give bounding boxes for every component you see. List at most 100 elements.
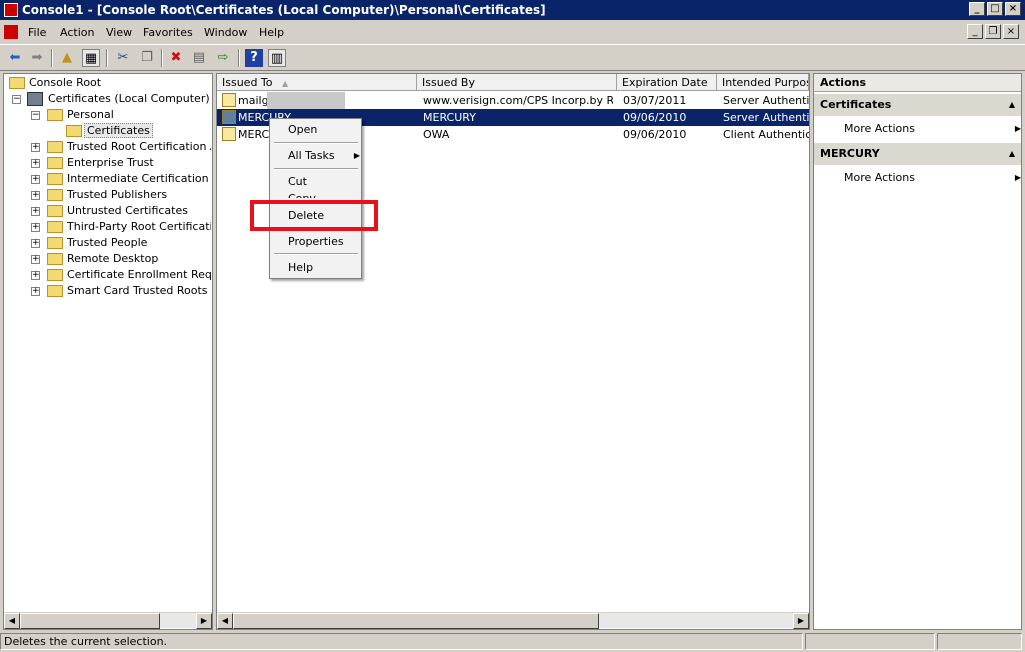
action-pane-icon[interactable]: ▥: [268, 49, 286, 67]
scroll-left-icon[interactable]: ◀: [4, 613, 20, 629]
up-folder-icon[interactable]: ▲: [58, 49, 76, 67]
certificate-icon: [222, 127, 236, 141]
title-bar: Console1 - [Console Root\Certificates (L…: [0, 0, 1025, 20]
folder-icon: [47, 221, 63, 233]
mmc-app-icon[interactable]: [4, 3, 18, 17]
mdi-restore-button[interactable]: ❐: [985, 24, 1001, 39]
context-menu-open[interactable]: Open: [288, 122, 317, 138]
tree-node-store[interactable]: + Third-Party Root Certification: [7, 219, 211, 235]
menu-bar: File Action View Favorites Window Help: [0, 20, 1025, 44]
collapse-up-icon[interactable]: ▲: [1009, 94, 1015, 116]
expand-icon[interactable]: +: [31, 223, 40, 232]
sort-ascending-icon: ▲: [282, 79, 289, 88]
expand-icon[interactable]: +: [31, 255, 40, 264]
menu-action[interactable]: Action: [60, 26, 94, 39]
delete-icon[interactable]: ✖: [167, 49, 185, 67]
back-icon[interactable]: ⬅: [6, 49, 24, 67]
column-header-issued-by[interactable]: Issued By: [417, 74, 617, 91]
folder-icon: [66, 125, 82, 137]
menu-window[interactable]: Window: [204, 26, 247, 39]
tree-node-label: Enterprise Trust: [67, 156, 154, 169]
expand-icon[interactable]: +: [31, 159, 40, 168]
properties-icon[interactable]: ▤: [190, 49, 208, 67]
menu-separator: [274, 253, 358, 255]
column-header-intended-purpose[interactable]: Intended Purpose: [717, 74, 809, 91]
tree-node-store[interactable]: + Trusted People: [7, 235, 211, 251]
scroll-right-icon[interactable]: ▶: [196, 613, 212, 629]
copy-icon[interactable]: ❐: [138, 49, 156, 67]
maximize-button[interactable]: □: [987, 2, 1003, 16]
tree-node-store[interactable]: + Smart Card Trusted Roots: [7, 283, 211, 299]
tree-node-label: Certificate Enrollment Request: [67, 268, 211, 281]
mdi-close-button[interactable]: ×: [1003, 24, 1019, 39]
tree-horizontal-scrollbar[interactable]: ◀ ▶: [4, 612, 212, 629]
context-menu-cut[interactable]: Cut: [288, 174, 307, 190]
expand-icon[interactable]: +: [31, 175, 40, 184]
status-text: Deletes the current selection.: [0, 633, 803, 650]
close-button[interactable]: ×: [1005, 2, 1021, 16]
help-icon[interactable]: ?: [245, 49, 263, 67]
console-window-icon[interactable]: [4, 25, 18, 39]
menu-view[interactable]: View: [106, 26, 132, 39]
export-icon[interactable]: ⇨: [214, 49, 232, 67]
certificate-icon: [222, 93, 236, 107]
forward-icon[interactable]: ➡: [28, 49, 46, 67]
tree-node-store[interactable]: + Remote Desktop: [7, 251, 211, 267]
mdi-minimize-button[interactable]: _: [967, 24, 983, 39]
list-horizontal-scrollbar[interactable]: ◀ ▶: [217, 612, 809, 629]
minimize-button[interactable]: _: [969, 2, 985, 16]
toolbar-separator: [51, 49, 53, 67]
more-actions-mercury[interactable]: More Actions ▶: [844, 170, 1021, 186]
redacted-text: [267, 92, 345, 109]
expand-icon[interactable]: +: [31, 271, 40, 280]
submenu-arrow-icon: ▶: [1014, 173, 1021, 182]
collapse-up-icon[interactable]: ▲: [1009, 143, 1015, 165]
context-menu: Open All Tasks ▶ Cut Copy Delete Propert…: [269, 118, 362, 279]
context-menu-properties[interactable]: Properties: [288, 234, 344, 250]
context-menu-copy[interactable]: Copy: [288, 191, 316, 198]
tree-node-label: Trusted Publishers: [67, 188, 168, 201]
folder-icon: [47, 109, 63, 121]
context-menu-all-tasks[interactable]: All Tasks ▶: [288, 148, 360, 164]
actions-section-certificates[interactable]: Certificates ▲: [814, 94, 1021, 116]
tree-node-store[interactable]: + Enterprise Trust: [7, 155, 211, 171]
delete-highlight-box: [250, 200, 378, 231]
tree-node-store[interactable]: + Trusted Publishers: [7, 187, 211, 203]
more-actions-certificates[interactable]: More Actions ▶: [844, 121, 1021, 137]
submenu-arrow-icon: ▶: [1014, 124, 1021, 133]
folder-icon: [47, 285, 63, 297]
folder-icon: [47, 253, 63, 265]
show-hide-tree-icon[interactable]: ▦: [82, 49, 100, 67]
scroll-thumb[interactable]: [20, 613, 160, 629]
tree-node-store[interactable]: + Trusted Root Certification Aut: [7, 139, 211, 155]
status-pane: [937, 633, 1022, 650]
column-header-issued-to[interactable]: Issued To ▲: [217, 74, 417, 91]
actions-section-mercury[interactable]: MERCURY ▲: [814, 143, 1021, 165]
expand-icon[interactable]: +: [31, 239, 40, 248]
expand-icon[interactable]: +: [31, 287, 40, 296]
tree-node-label: Untrusted Certificates: [67, 204, 188, 217]
scroll-right-icon[interactable]: ▶: [793, 613, 809, 629]
tree-node-store[interactable]: + Intermediate Certification Auth: [7, 171, 211, 187]
expand-icon[interactable]: +: [31, 191, 40, 200]
menu-help[interactable]: Help: [259, 26, 284, 39]
collapse-icon[interactable]: −: [31, 111, 40, 120]
tree-node-label: Smart Card Trusted Roots: [67, 284, 208, 297]
scroll-thumb[interactable]: [233, 613, 599, 629]
tree-node-store[interactable]: + Certificate Enrollment Request: [7, 267, 211, 283]
scroll-left-icon[interactable]: ◀: [217, 613, 233, 629]
menu-favorites[interactable]: Favorites: [143, 26, 193, 39]
expand-icon[interactable]: +: [31, 207, 40, 216]
collapse-icon[interactable]: −: [12, 95, 21, 104]
context-menu-help[interactable]: Help: [288, 260, 313, 276]
menu-separator: [274, 142, 358, 144]
tree-node-label: Trusted Root Certification Aut: [67, 140, 211, 153]
tree-node-label: Intermediate Certification Auth: [67, 172, 211, 185]
cut-icon[interactable]: ✂: [114, 49, 132, 67]
menu-file[interactable]: File: [28, 26, 46, 39]
tree-node-store[interactable]: + Untrusted Certificates: [7, 203, 211, 219]
expand-icon[interactable]: +: [31, 143, 40, 152]
column-header-expiration-date[interactable]: Expiration Date: [617, 74, 717, 91]
folder-icon: [47, 205, 63, 217]
table-row[interactable]: mailg www.verisign.com/CPS Incorp.by R..…: [217, 92, 809, 109]
